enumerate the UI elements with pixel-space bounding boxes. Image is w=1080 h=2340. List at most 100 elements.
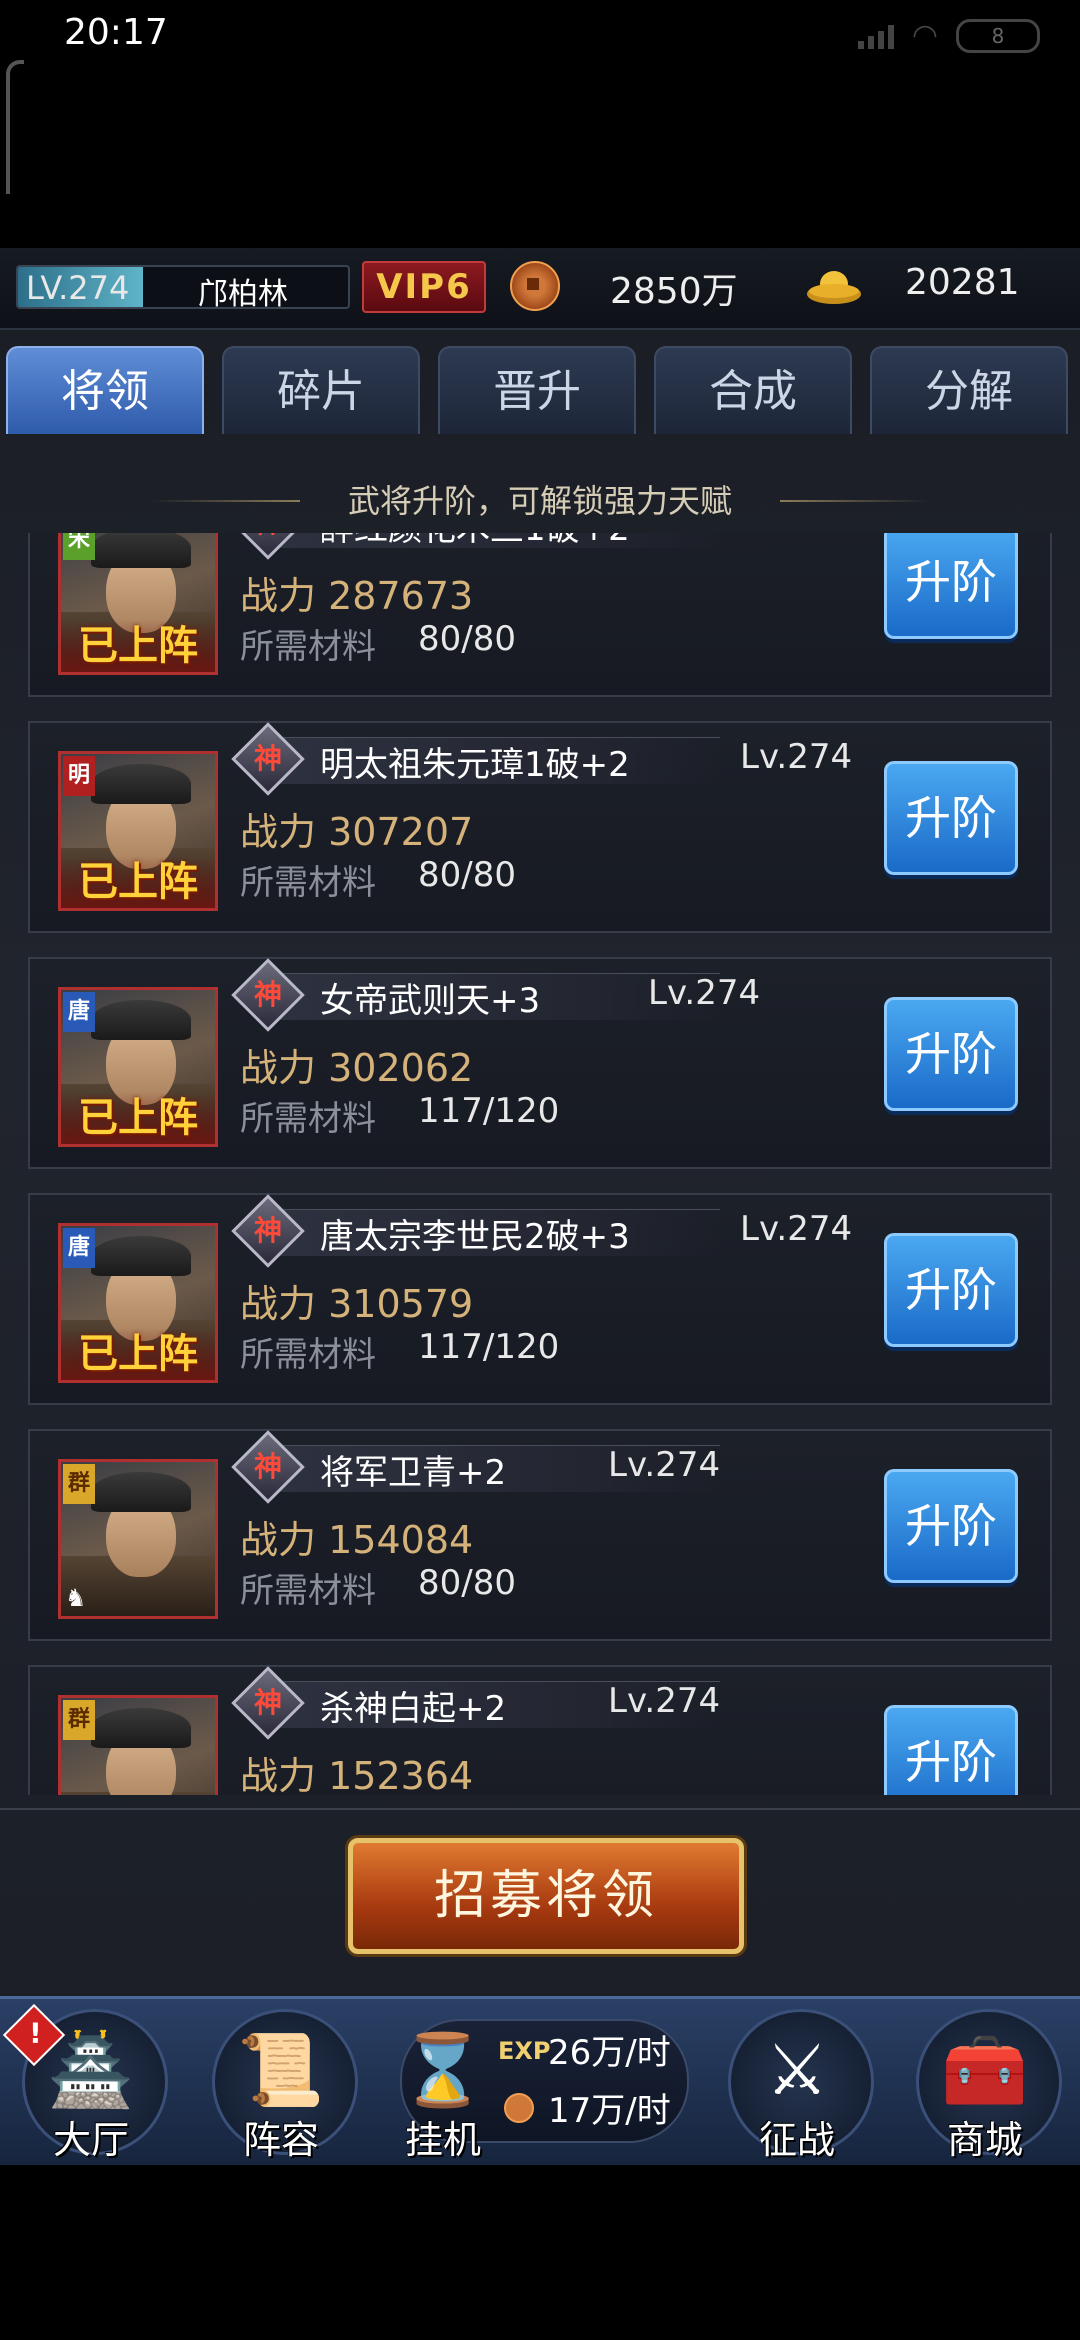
general-name: 将军卫青+2 bbox=[320, 1453, 507, 1493]
general-power: 战力 287673 bbox=[240, 574, 474, 618]
nav-battle[interactable]: ⚔ 征战 bbox=[712, 1999, 882, 2165]
general-name: 醉红颜花木兰1破+2 bbox=[320, 533, 630, 550]
general-name: 杀神白起+2 bbox=[320, 1689, 507, 1729]
upgrade-button[interactable]: 升阶 bbox=[884, 533, 1018, 639]
general-card[interactable]: 唐已上阵神唐太宗李世民2破+3 Lv.274 战力 310579 所需材料 117/12… bbox=[28, 1193, 1052, 1405]
nav-shop[interactable]: 🧰 商城 bbox=[900, 1999, 1070, 2165]
upgrade-button[interactable]: 升阶 bbox=[884, 1705, 1018, 1795]
nav-hall-label: 大厅 bbox=[52, 2118, 129, 2162]
tab-decompose[interactable]: 分解 bbox=[870, 346, 1068, 434]
general-power: 战力 307207 bbox=[240, 810, 474, 854]
upgrade-button[interactable]: 升阶 bbox=[884, 1469, 1018, 1583]
general-power: 战力 302062 bbox=[240, 1046, 474, 1090]
nav-idle[interactable]: ⌛ 挂机 bbox=[358, 1999, 528, 2165]
general-card[interactable]: 宋已上阵神醉红颜花木兰1破+2Lv.274战力 287673所需材料80/80升… bbox=[28, 533, 1052, 697]
coin-rate: 17万/时 bbox=[548, 2091, 671, 2131]
divider bbox=[0, 1808, 1080, 1810]
material-count: 117/120 bbox=[418, 1327, 560, 1367]
material-count: 80/80 bbox=[418, 619, 516, 659]
material-label: 所需材料 bbox=[240, 863, 376, 903]
general-card[interactable]: 群♞神杀神白起+2Lv.274战力 152364所需材料升阶 bbox=[28, 1665, 1052, 1795]
upgrade-button[interactable]: 升阶 bbox=[884, 997, 1018, 1111]
nav-lineup-label: 阵容 bbox=[242, 2118, 319, 2162]
signal-icon bbox=[857, 23, 894, 49]
dynasty-badge: 宋 bbox=[63, 533, 95, 560]
general-level: Lv.274 bbox=[740, 737, 853, 777]
general-name: 女帝武则天+3 bbox=[320, 981, 541, 1021]
general-level: Lv.274 bbox=[740, 533, 852, 541]
general-list[interactable]: 宋已上阵神醉红颜花木兰1破+2Lv.274战力 287673所需材料80/80升… bbox=[0, 533, 1080, 1795]
upgrade-button[interactable]: 升阶 bbox=[884, 1233, 1018, 1347]
recruit-generals-button[interactable]: 招募将领 bbox=[348, 1838, 744, 1954]
coin-amount: 2850万 bbox=[610, 271, 738, 312]
portrait-hat bbox=[91, 533, 191, 568]
bottom-nav: 🏯 ! 大厅 📜 阵容 ⌛ 挂机 EXP 26万/时 17万/时 ⚔ 征战 🧰 … bbox=[0, 1996, 1080, 2165]
general-card[interactable]: 群 ♞ 神将军卫青+2 Lv.274 战力 154084 所需材料 80/80 升阶 bbox=[28, 1429, 1052, 1641]
vip-badge[interactable]: VIP6 bbox=[362, 261, 486, 313]
general-portrait[interactable]: 群♞ bbox=[58, 1459, 218, 1619]
tab-bar: 将领 碎片 晋升 合成 分解 bbox=[0, 346, 1080, 436]
general-level: Lv.274 bbox=[608, 1681, 721, 1721]
tab-fragments[interactable]: 碎片 bbox=[222, 346, 420, 434]
general-name: 明太祖朱元璋1破+2 bbox=[320, 745, 630, 785]
nav-idle-label: 挂机 bbox=[404, 2118, 481, 2162]
material-label: 所需材料 bbox=[240, 1335, 376, 1375]
scroll-map-icon: 📜 bbox=[237, 2029, 325, 2111]
nav-lineup[interactable]: 📜 阵容 bbox=[196, 1999, 366, 2165]
nav-shop-label: 商城 bbox=[946, 2118, 1023, 2162]
general-card[interactable]: 唐已上阵神女帝武则天+3 Lv.274 战力 302062 所需材料 117/120 升阶 bbox=[28, 957, 1052, 1169]
general-power: 战力 154084 bbox=[240, 1518, 474, 1562]
tab-promote[interactable]: 晋升 bbox=[438, 346, 636, 434]
divine-rank-icon: 神 bbox=[231, 1666, 305, 1740]
exp-rate: 26万/时 bbox=[548, 2033, 671, 2073]
player-name: 邝柏林 bbox=[198, 277, 288, 309]
portrait-hat bbox=[91, 1236, 191, 1276]
general-portrait[interactable]: 群♞ bbox=[58, 1695, 218, 1795]
battery-icon: 8 bbox=[956, 18, 1040, 53]
level-bar: LV.274 邝柏林 bbox=[16, 265, 350, 309]
general-portrait[interactable]: 唐已上阵 bbox=[58, 987, 218, 1147]
coin-rate-icon bbox=[504, 2093, 534, 2123]
portrait-hat bbox=[91, 764, 191, 804]
exp-tag: EXP bbox=[498, 2037, 551, 2065]
ingot-amount: 20281 bbox=[905, 262, 1020, 303]
screen-edge-bracket bbox=[6, 60, 24, 194]
crossed-swords-icon: ⚔ bbox=[765, 2029, 829, 2111]
material-count: 80/80 bbox=[418, 855, 516, 895]
on-duty-label: 已上阵 bbox=[61, 856, 215, 908]
material-count: 117/120 bbox=[418, 1091, 560, 1131]
portrait-hat bbox=[91, 1472, 191, 1512]
material-label: 所需材料 bbox=[240, 627, 376, 667]
material-label: 所需材料 bbox=[240, 1571, 376, 1611]
dynasty-badge: 明 bbox=[63, 756, 95, 796]
on-duty-label: 已上阵 bbox=[61, 1092, 215, 1144]
tab-generals[interactable]: 将领 bbox=[6, 346, 204, 434]
general-portrait[interactable]: 宋已上阵 bbox=[58, 533, 218, 675]
status-bar: 20:17 ◠ 8 bbox=[0, 0, 1080, 70]
wifi-icon: ◠ bbox=[911, 18, 938, 53]
general-power: 战力 310579 bbox=[240, 1282, 474, 1326]
general-card[interactable]: 明已上阵神明太祖朱元璋1破+2 Lv.274 战力 307207 所需材料 80/80 升… bbox=[28, 721, 1052, 933]
material-count: 80/80 bbox=[418, 1563, 516, 1603]
general-name: 唐太宗李世民2破+3 bbox=[320, 1217, 630, 1257]
general-portrait[interactable]: 唐已上阵 bbox=[58, 1223, 218, 1383]
nav-hall[interactable]: 🏯 ! 大厅 bbox=[2, 1999, 176, 2165]
hint-banner: 武将升阶，可解锁强力天赋 bbox=[150, 476, 920, 522]
divine-rank-icon: 神 bbox=[231, 1430, 305, 1504]
player-level: LV.274 bbox=[26, 269, 130, 307]
portrait-hat bbox=[91, 1708, 191, 1748]
general-portrait[interactable]: 明已上阵 bbox=[58, 751, 218, 911]
divine-rank-icon: 神 bbox=[231, 722, 305, 796]
upgrade-button[interactable]: 升阶 bbox=[884, 761, 1018, 875]
general-level: Lv.274 bbox=[608, 1445, 721, 1485]
status-icons: ◠ 8 bbox=[857, 18, 1040, 53]
copper-coin-icon bbox=[510, 261, 560, 311]
dynasty-badge: 唐 bbox=[63, 992, 95, 1032]
general-power: 战力 152364 bbox=[240, 1754, 474, 1795]
tab-synthesize[interactable]: 合成 bbox=[654, 346, 852, 434]
on-duty-label: 已上阵 bbox=[61, 620, 215, 672]
dynasty-badge: 群 bbox=[63, 1464, 95, 1504]
dynasty-badge: 群 bbox=[63, 1700, 95, 1740]
nav-battle-label: 征战 bbox=[758, 2118, 835, 2162]
game-screen: LV.274 邝柏林 VIP6 2850万 20281 将领 碎片 晋升 合成 … bbox=[0, 248, 1080, 2165]
